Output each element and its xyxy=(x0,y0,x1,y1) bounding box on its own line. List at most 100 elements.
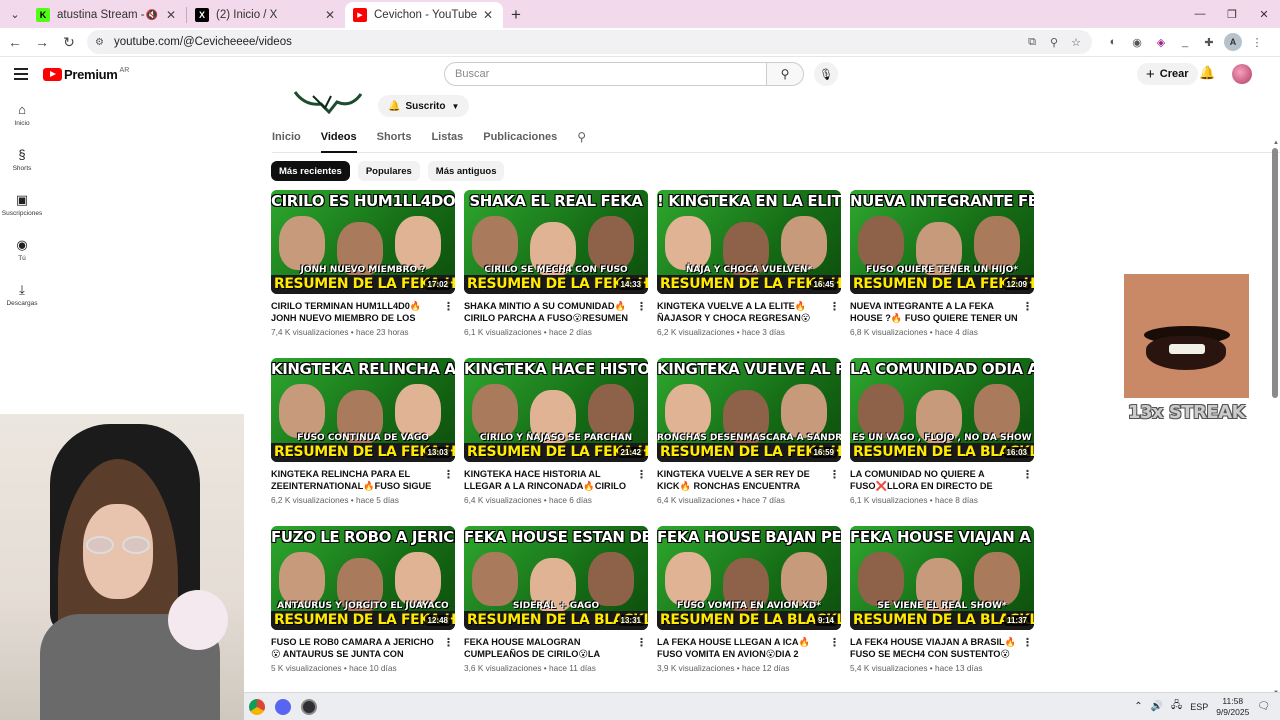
notifications-bell-icon[interactable]: 🔔 xyxy=(1199,65,1215,81)
more-options-icon[interactable]: ⋮ xyxy=(829,636,840,649)
site-info-icon[interactable]: ⚙ xyxy=(95,37,104,48)
video-thumbnail[interactable]: CIRILO ES HUM1LL4DO JONH NUEVO MIEMBRO ? R… xyxy=(271,190,455,294)
video-thumbnail[interactable]: KINGTEKA HACE HISTORIA CIRILO Y ÑAJASO SE… xyxy=(464,358,648,462)
tab-publicaciones[interactable]: Publicaciones xyxy=(483,124,557,153)
account-avatar[interactable] xyxy=(1232,64,1252,84)
video-title[interactable]: LA FEK4 HOUSE VIAJAN A BRASIL🔥FUSO SE ME… xyxy=(850,636,1018,660)
bookmark-star-icon[interactable]: ☆ xyxy=(1068,34,1084,50)
video-thumbnail[interactable]: FEKA HOUSE ESTAN DE FIESTA SIDERAL + GAGO… xyxy=(464,526,648,630)
more-options-icon[interactable]: ⋮ xyxy=(443,300,454,313)
tray-chevron-up-icon[interactable]: ⌃ xyxy=(1134,701,1142,712)
video-title[interactable]: KINGTEKA HACE HISTORIA AL LLEGAR A LA RI… xyxy=(464,468,632,492)
more-options-icon[interactable]: ⋮ xyxy=(1022,300,1033,313)
search-button[interactable]: ⚲ xyxy=(767,62,804,86)
network-icon[interactable]: 🖧 xyxy=(1171,698,1182,715)
video-thumbnail[interactable]: NUEVA INTEGRANTE FEKA ? FUSO QUIERE TENER… xyxy=(850,190,1034,294)
video-card[interactable]: FEKA HOUSE ESTAN DE FIESTA SIDERAL + GAGO… xyxy=(464,526,648,673)
muted-speaker-icon[interactable]: 🔇 xyxy=(146,10,158,21)
scrollbar-thumb[interactable] xyxy=(1272,148,1278,398)
video-card[interactable]: CIRILO ES HUM1LL4DO JONH NUEVO MIEMBRO ? R… xyxy=(271,190,455,337)
browser-tab-youtube[interactable]: ▶ Cevichon - YouTube ✕ xyxy=(345,2,503,28)
video-title[interactable]: LA FEKA HOUSE LLEGAN A ICA🔥FUSO VOMITA E… xyxy=(657,636,825,660)
tab-shorts[interactable]: Shorts xyxy=(377,124,412,153)
clock[interactable]: 11:58 9/9/2025 xyxy=(1216,696,1249,718)
page-scrollbar[interactable]: ▲ ▼ xyxy=(1270,140,1280,696)
notification-center-icon[interactable]: 🗨 xyxy=(1257,701,1270,712)
sidebar-item-suscripciones[interactable]: ▣ Suscripciones xyxy=(0,182,44,227)
browser-menu-icon[interactable]: ⋮ xyxy=(1248,33,1266,51)
video-thumbnail[interactable]: FEKA HOUSE VIAJAN A BRASIL SE VIENE EL RE… xyxy=(850,526,1034,630)
taskbar-app-chrome-icon[interactable] xyxy=(244,694,270,720)
close-tab-icon[interactable]: ✕ xyxy=(323,8,337,22)
video-thumbnail[interactable]: SHAKA EL REAL FEKA CIRILO SE MECH4 CON FU… xyxy=(464,190,648,294)
extension-shield-icon[interactable]: ◈ xyxy=(1152,33,1170,51)
video-card[interactable]: KINGTEKA HACE HISTORIA CIRILO Y ÑAJASO SE… xyxy=(464,358,648,505)
more-options-icon[interactable]: ⋮ xyxy=(443,636,454,649)
profile-avatar-icon[interactable]: A xyxy=(1224,33,1242,51)
hamburger-menu-icon[interactable] xyxy=(14,68,28,80)
video-title[interactable]: KINGTEKA RELINCHA PARA EL ZEEINTERNATION… xyxy=(271,468,439,492)
sidebar-item-descargas[interactable]: ⤓ Descargas xyxy=(0,272,44,317)
more-options-icon[interactable]: ⋮ xyxy=(1022,468,1033,481)
video-thumbnail[interactable]: KINGTEKA RELINCHA AL ZEEIN FUSO CONTINUA … xyxy=(271,358,455,462)
more-options-icon[interactable]: ⋮ xyxy=(636,468,647,481)
browser-tab-x[interactable]: X (2) Inicio / X ✕ xyxy=(187,2,345,28)
more-options-icon[interactable]: ⋮ xyxy=(636,636,647,649)
sidebar-item-shorts[interactable]: § Shorts xyxy=(0,137,44,182)
new-tab-plus-icon[interactable]: + xyxy=(503,2,529,28)
video-card[interactable]: KINGTEKA VUELVE AL PRIME RONCHAS DESENMAS… xyxy=(657,358,841,505)
extensions-puzzle-icon[interactable]: ✚ xyxy=(1200,33,1218,51)
video-title[interactable]: LA COMUNIDAD NO QUIERE A FUSO❌LLORA EN D… xyxy=(850,468,1018,492)
browser-tab-kick[interactable]: K atustina Stream - Kick Dashb 🔇 ✕ xyxy=(28,2,186,28)
video-title[interactable]: KINGTEKA VUELVE A SER REY DE KICK🔥 RONCH… xyxy=(657,468,825,492)
minimize-icon[interactable]: — xyxy=(1184,0,1216,28)
sidebar-item-tú[interactable]: ◉ Tú xyxy=(0,227,44,272)
video-card[interactable]: LA COMUNIDAD ODIA A FUSO ES UN VAGO , FLO… xyxy=(850,358,1034,505)
scroll-up-icon[interactable]: ▲ xyxy=(1273,140,1279,146)
video-card[interactable]: NUEVA INTEGRANTE FEKA ? FUSO QUIERE TENER… xyxy=(850,190,1034,337)
taskbar-app-discord-icon[interactable] xyxy=(270,694,296,720)
video-title[interactable]: SHAKA MINTIO A SU COMUNIDAD🔥CIRILO PARCH… xyxy=(464,300,632,324)
volume-icon[interactable]: 🔊 xyxy=(1151,701,1163,712)
video-thumbnail[interactable]: FUZO LE ROBO A JERICHO ? ANTAURUS Y JORGI… xyxy=(271,526,455,630)
sort-chip[interactable]: Más antiguos xyxy=(427,161,505,181)
voice-search-mic-icon[interactable]: 🎙 xyxy=(814,62,838,86)
restore-icon[interactable]: ❐ xyxy=(1216,0,1248,28)
tab-videos[interactable]: Videos xyxy=(320,124,357,153)
video-thumbnail[interactable]: FEKA HOUSE BAJAN PEPA EN ICA FUSO VOMITA … xyxy=(657,526,841,630)
close-window-icon[interactable]: ✕ xyxy=(1248,0,1280,28)
video-thumbnail[interactable]: KINGTEKA VUELVE AL PRIME RONCHAS DESENMAS… xyxy=(657,358,841,462)
more-options-icon[interactable]: ⋮ xyxy=(443,468,454,481)
video-title[interactable]: CIRILO TERMINAN HUM1LL4D0🔥JONH NUEVO MIE… xyxy=(271,300,439,324)
forward-arrow-icon[interactable]: → xyxy=(30,30,54,54)
video-card[interactable]: SHAKA EL REAL FEKA CIRILO SE MECH4 CON FU… xyxy=(464,190,648,337)
close-tab-icon[interactable]: ✕ xyxy=(481,8,495,22)
create-button[interactable]: + Crear xyxy=(1137,63,1198,85)
video-thumbnail[interactable]: LA COMUNIDAD ODIA A FUSO ES UN VAGO , FLO… xyxy=(850,358,1034,462)
tab-inicio[interactable]: Inicio xyxy=(272,124,301,153)
tab-listas[interactable]: Listas xyxy=(431,124,463,153)
channel-search-icon[interactable]: ⚲ xyxy=(577,124,586,152)
video-title[interactable]: KINGTEKA VUELVE A LA ELITE🔥ÑAJASOR Y CHO… xyxy=(657,300,825,324)
sort-chip[interactable]: Más recientes xyxy=(271,161,350,181)
more-options-icon[interactable]: ⋮ xyxy=(636,300,647,313)
video-title[interactable]: FEKA HOUSE MALOGRAN CUMPLEAÑOS DE CIRILO… xyxy=(464,636,632,660)
address-bar[interactable]: ⚙ youtube.com/@Cevicheeee/videos ⧉ ⚲ ☆ xyxy=(87,30,1092,54)
language-indicator[interactable]: ESP xyxy=(1190,702,1208,712)
download-indicator-icon[interactable]: _ xyxy=(1176,33,1194,51)
video-thumbnail[interactable]: ! KINGTEKA EN LA ELITE ! ÑAJA Y CHOCA VUE… xyxy=(657,190,841,294)
video-title[interactable]: NUEVA INTEGRANTE A LA FEKA HOUSE ?🔥 FUSO… xyxy=(850,300,1018,324)
reload-icon[interactable]: ↻ xyxy=(57,30,81,54)
more-options-icon[interactable]: ⋮ xyxy=(829,468,840,481)
video-card[interactable]: FEKA HOUSE VIAJAN A BRASIL SE VIENE EL RE… xyxy=(850,526,1034,673)
search-input[interactable]: Buscar xyxy=(444,62,767,86)
youtube-premium-logo[interactable]: Premium AR xyxy=(43,67,129,82)
video-card[interactable]: FEKA HOUSE BAJAN PEPA EN ICA FUSO VOMITA … xyxy=(657,526,841,673)
video-card[interactable]: KINGTEKA RELINCHA AL ZEEIN FUSO CONTINUA … xyxy=(271,358,455,505)
video-card[interactable]: FUZO LE ROBO A JERICHO ? ANTAURUS Y JORGI… xyxy=(271,526,455,673)
more-options-icon[interactable]: ⋮ xyxy=(829,300,840,313)
tab-search-chevron-icon[interactable]: ⌄ xyxy=(2,1,28,27)
more-options-icon[interactable]: ⋮ xyxy=(1022,636,1033,649)
install-app-icon[interactable]: ⧉ xyxy=(1024,34,1040,50)
close-tab-icon[interactable]: ✕ xyxy=(164,8,178,22)
